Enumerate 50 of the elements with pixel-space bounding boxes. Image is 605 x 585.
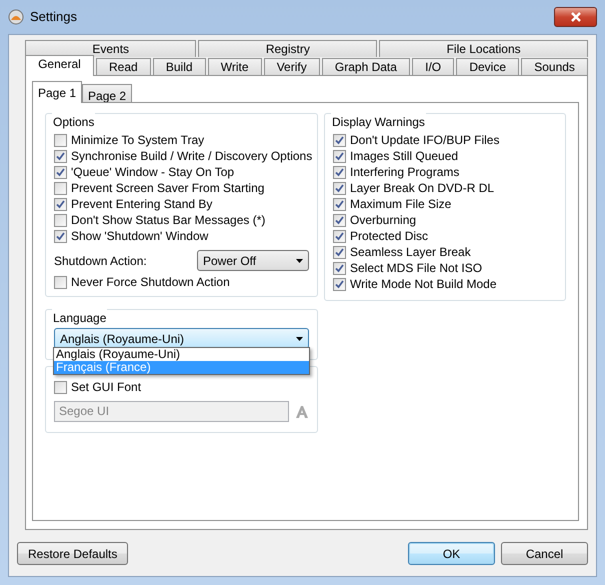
dialog-button[interactable]: Cancel [501,542,588,565]
checkbox[interactable]: Don't Show Status Bar Messages (*) [54,212,309,228]
app-icon [8,9,24,25]
checkbox[interactable]: Select MDS File Not ISO [333,260,557,276]
tab[interactable]: Build [152,58,206,76]
close-icon [570,12,582,22]
checkbox[interactable]: Prevent Screen Saver From Starting [54,180,309,196]
tab[interactable]: File Locations [379,40,588,57]
checkbox[interactable]: Interfering Programs [333,164,557,180]
tab[interactable]: Write [208,58,262,76]
check-icon [56,200,65,208]
checkbox[interactable]: Images Still Queued [333,148,557,164]
group-title: Language [52,309,108,327]
shutdown-action-dropdown[interactable]: Power Off [197,250,309,271]
checkbox[interactable]: 'Queue' Window - Stay On Top [54,164,309,180]
checkbox[interactable]: Don't Update IFO/BUP Files [333,132,557,148]
tab[interactable]: Read [96,58,151,76]
tab[interactable]: General [25,55,94,76]
checkbox[interactable]: Prevent Entering Stand By [54,196,309,212]
checkbox[interactable]: Show 'Shutdown' Window [54,228,309,244]
tab[interactable]: I/O [412,58,454,76]
group-title: Display Warnings [331,113,426,131]
checkbox[interactable]: Layer Break On DVD-R DL [333,180,557,196]
page-tab[interactable]: Page 2 [82,84,132,103]
group-title: Options [52,113,96,131]
checkbox[interactable]: Seamless Layer Break [333,244,557,260]
page-tab[interactable]: Page 1 [32,81,82,103]
caret-icon [296,258,303,262]
caret-icon [296,336,303,340]
check-icon [56,232,65,240]
checkbox[interactable]: Protected Disc [333,228,557,244]
field-label: Shutdown Action: [54,252,148,270]
tab[interactable]: Registry [198,40,378,57]
checkbox[interactable]: Maximum File Size [333,196,557,212]
restore-defaults-button[interactable]: Restore Defaults [17,542,128,565]
dropdown-option[interactable]: Anglais (Royaume-Uni) [54,348,309,361]
close-button[interactable] [554,7,597,27]
checkbox[interactable]: Set GUI Font [54,379,309,395]
tab[interactable]: Sounds [521,58,588,76]
checkbox[interactable]: Overburning [333,212,557,228]
tab[interactable]: Graph Data [322,58,410,76]
checkbox[interactable]: Write Mode Not Build Mode [333,276,557,292]
checkbox[interactable]: Minimize To System Tray [54,132,309,148]
window-title: Settings [30,8,77,26]
tab[interactable]: Events [25,40,196,57]
tab[interactable]: Verify [264,58,320,76]
dialog-button[interactable]: OK [408,542,495,565]
language-dropdown[interactable]: Anglais (Royaume-Uni) [54,328,309,349]
checkbox[interactable]: Never Force Shutdown Action [54,274,309,290]
tab[interactable]: Device [456,58,520,76]
